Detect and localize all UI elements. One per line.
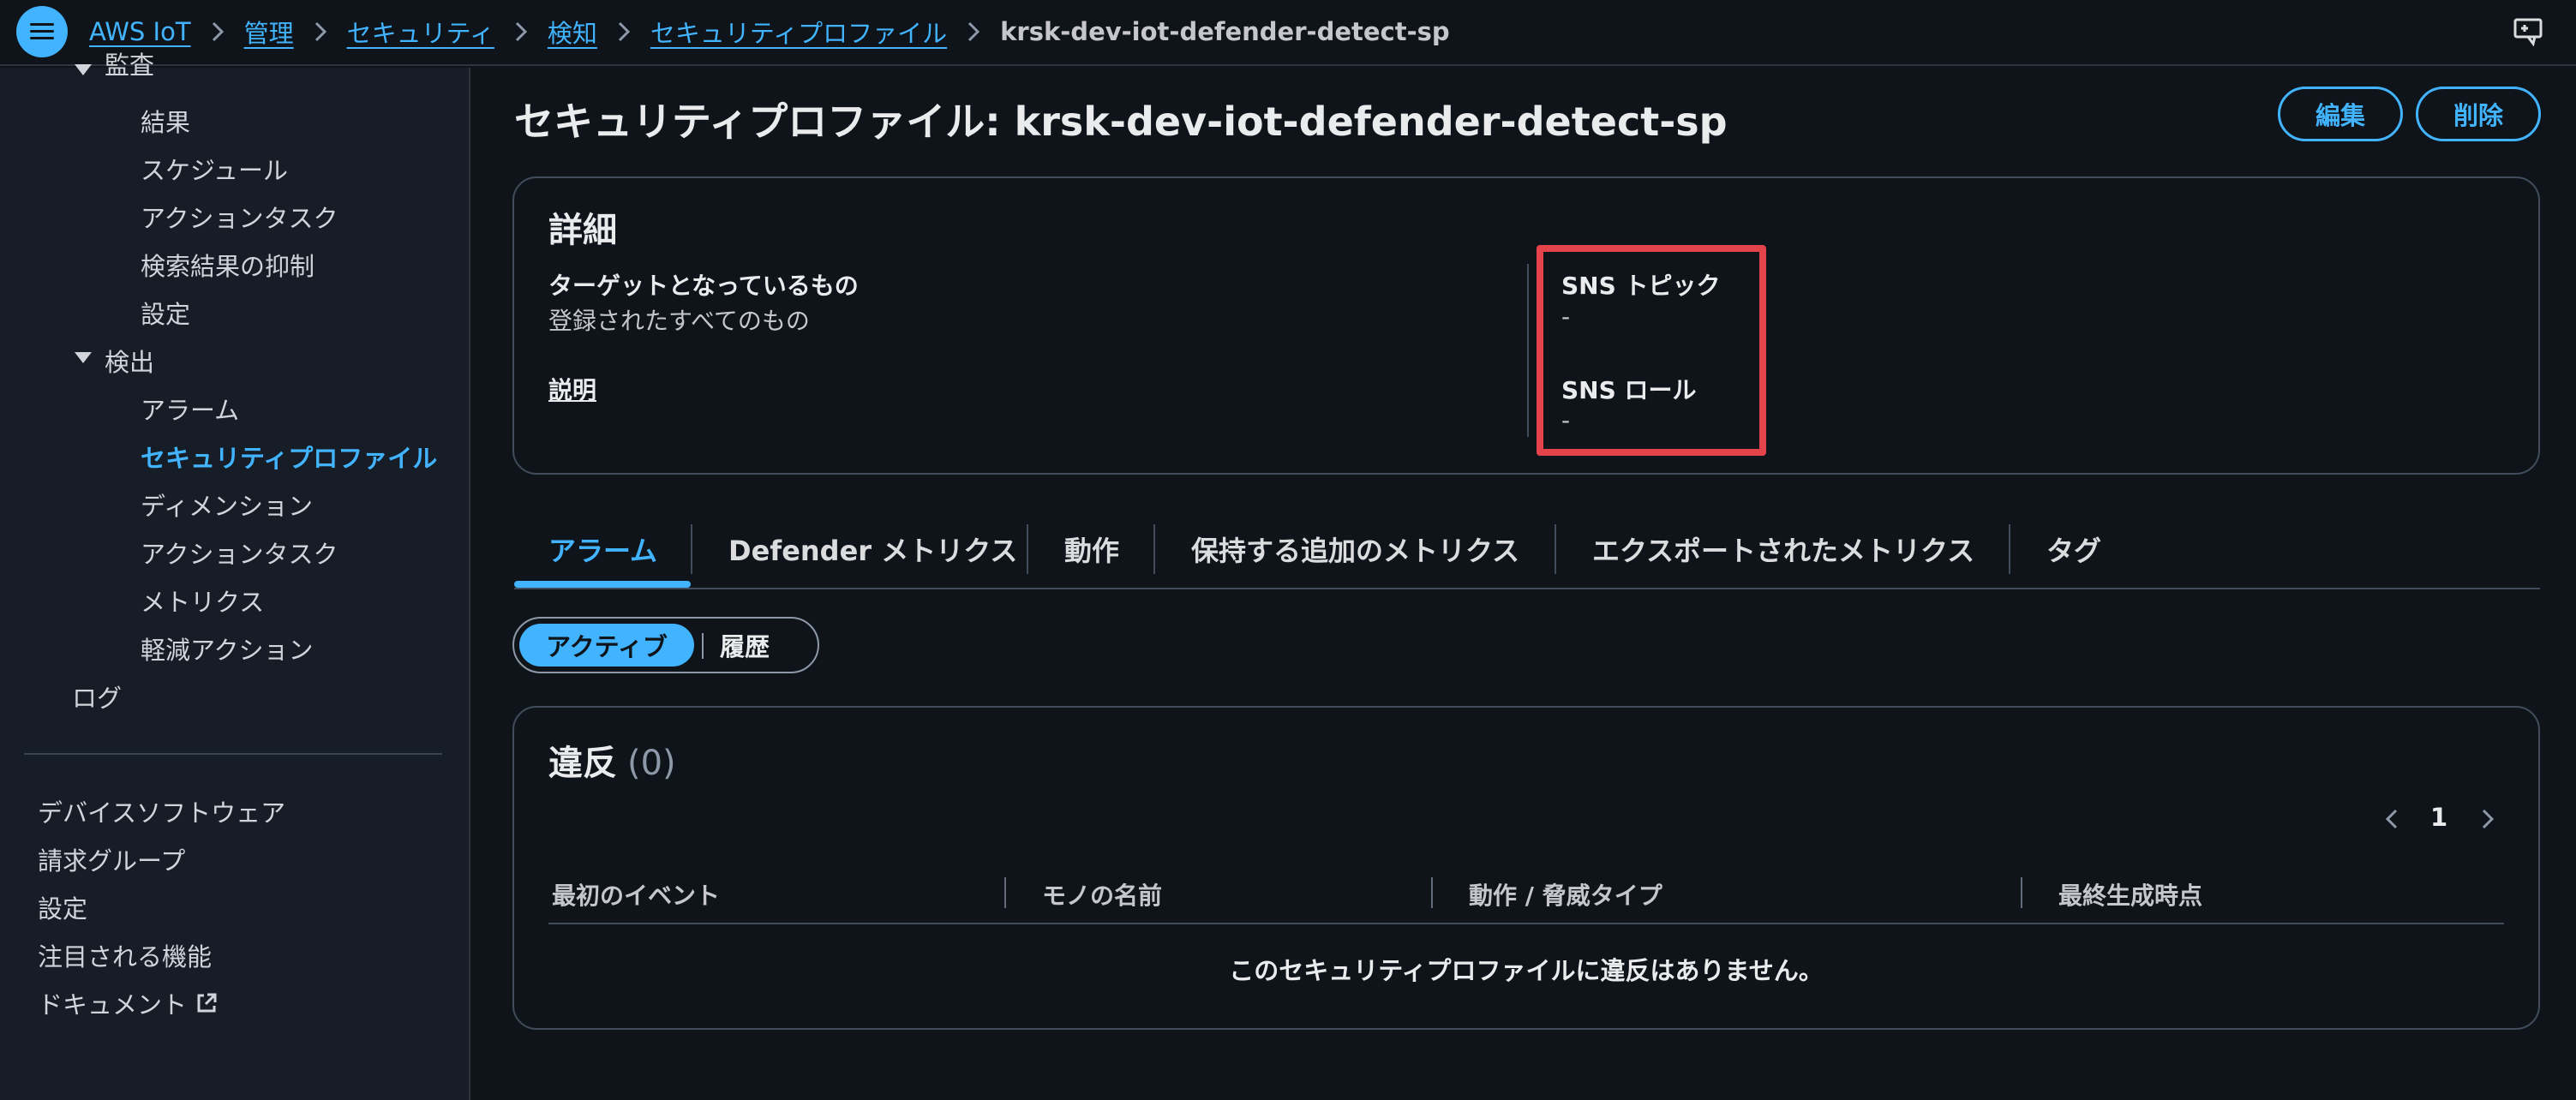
nav-detect-mitigation-actions[interactable]: 軽減アクション <box>141 631 314 667</box>
nav-detect-security-profiles[interactable]: セキュリティプロファイル <box>141 439 437 475</box>
active-tab-indicator <box>514 581 691 588</box>
current-page-number[interactable]: 1 <box>2430 803 2447 832</box>
chevron-right-icon <box>2482 809 2495 829</box>
external-link-icon <box>197 993 217 1013</box>
violations-heading: 違反 (0) <box>548 735 676 785</box>
breadcrumb-security-profiles[interactable]: セキュリティプロファイル <box>650 14 947 50</box>
tab-exported-metrics[interactable]: エクスポートされたメトリクス <box>1592 517 1974 581</box>
target-label: ターゲットとなっているもの <box>548 272 859 300</box>
nav-device-software[interactable]: デバイスソフトウェア <box>38 793 285 829</box>
nav-documentation-label: ドキュメント <box>38 990 188 1019</box>
alarm-state-toggle: アクティブ 履歴 <box>512 617 819 673</box>
side-navigation: 監査 結果 スケジュール アクションタスク 検索結果の抑制 設定 検出 アラーム… <box>0 51 470 1100</box>
column-resizer[interactable] <box>1431 877 1433 908</box>
breadcrumb: AWS IoT 管理 セキュリティ 検知 セキュリティプロファイル krsk-d… <box>89 0 1450 63</box>
tab-divider <box>1153 524 1155 574</box>
segment-history[interactable]: 履歴 <box>720 624 770 667</box>
tab-divider <box>1555 524 1556 574</box>
violations-count: (0) <box>627 744 676 783</box>
tab-additional-metrics[interactable]: 保持する追加のメトリクス <box>1191 517 1519 581</box>
page-title: セキュリティプロファイル: krsk-dev-iot-defender-dete… <box>514 99 1728 145</box>
next-page-button[interactable] <box>2475 802 2501 836</box>
breadcrumb-aws-iot[interactable]: AWS IoT <box>89 17 191 46</box>
delete-button[interactable]: 削除 <box>2416 87 2541 141</box>
table-header-divider <box>548 923 2504 924</box>
nav-audit-action-tasks[interactable]: アクションタスク <box>141 199 338 235</box>
tab-divider <box>2009 524 2010 574</box>
top-navigation-bar: AWS IoT 管理 セキュリティ 検知 セキュリティプロファイル krsk-d… <box>0 0 2576 66</box>
nav-audit-results[interactable]: 結果 <box>141 103 190 139</box>
nav-documentation[interactable]: ドキュメント <box>38 985 218 1021</box>
nav-audit[interactable]: 監査 <box>105 45 154 81</box>
nav-detect-dimensions[interactable]: ディメンション <box>141 487 313 523</box>
caret-down-icon <box>75 64 92 75</box>
nav-detect-metrics[interactable]: メトリクス <box>141 583 264 619</box>
previous-page-button[interactable] <box>2379 802 2405 836</box>
nav-audit-schedules[interactable]: スケジュール <box>141 151 288 187</box>
column-resizer[interactable] <box>1004 877 1006 908</box>
nav-detect-alarms[interactable]: アラーム <box>141 391 239 427</box>
segment-divider <box>702 633 704 659</box>
nav-detect-action-tasks[interactable]: アクションタスク <box>141 535 338 571</box>
edit-button[interactable]: 編集 <box>2278 87 2403 141</box>
breadcrumb-current: krsk-dev-iot-defender-detect-sp <box>1000 17 1450 46</box>
tab-divider <box>1027 524 1028 574</box>
chevron-right-icon <box>947 19 1000 45</box>
breadcrumb-manage[interactable]: 管理 <box>244 14 294 50</box>
target-value: 登録されたすべてのもの <box>548 307 810 335</box>
column-thing-name[interactable]: モノの名前 <box>1042 877 1162 912</box>
caret-down-icon <box>75 352 92 363</box>
tab-divider <box>691 524 692 574</box>
tab-behaviors[interactable]: 動作 <box>1064 517 1119 581</box>
chevron-right-icon <box>294 19 347 45</box>
tab-defender-metrics[interactable]: Defender メトリクス <box>728 517 1017 581</box>
column-first-event[interactable]: 最初のイベント <box>552 877 720 912</box>
details-heading: 詳細 <box>548 211 617 250</box>
chevron-right-icon <box>494 19 548 45</box>
tab-list: アラーム Defender メトリクス 動作 保持する追加のメトリクス エクスポ… <box>514 517 2540 589</box>
nav-detect[interactable]: 検出 <box>105 343 154 379</box>
empty-state-message: このセキュリティプロファイルに違反はありません。 <box>1229 956 1824 985</box>
column-resizer[interactable] <box>2021 877 2022 908</box>
feedback-icon[interactable] <box>2513 16 2543 47</box>
column-last-emitted[interactable]: 最終生成時点 <box>2058 877 2202 912</box>
chevron-right-icon <box>191 19 244 45</box>
highlight-annotation-box <box>1537 245 1766 456</box>
tab-alarms[interactable]: アラーム <box>548 517 657 581</box>
details-card <box>512 176 2540 475</box>
nav-audit-suppressions[interactable]: 検索結果の抑制 <box>141 247 315 283</box>
violations-title: 違反 <box>548 744 617 783</box>
nav-featured[interactable]: 注目される機能 <box>38 937 212 973</box>
chevron-left-icon <box>2385 809 2398 829</box>
breadcrumb-detect[interactable]: 検知 <box>548 14 597 50</box>
nav-billing-groups[interactable]: 請求グループ <box>38 841 185 877</box>
description-label: 説明 <box>548 376 597 404</box>
nav-settings[interactable]: 設定 <box>38 889 87 925</box>
column-divider <box>1527 264 1529 437</box>
menu-toggle-button[interactable] <box>16 6 68 57</box>
nav-logs[interactable]: ログ <box>72 679 122 714</box>
tab-tags[interactable]: タグ <box>2046 517 2101 581</box>
hamburger-icon <box>30 22 54 41</box>
chevron-right-icon <box>597 19 650 45</box>
column-behavior-threat-type[interactable]: 動作 / 脅威タイプ <box>1469 877 1662 912</box>
nav-divider <box>24 753 442 755</box>
breadcrumb-security[interactable]: セキュリティ <box>347 14 494 50</box>
nav-audit-settings[interactable]: 設定 <box>141 295 190 331</box>
segment-active[interactable]: アクティブ <box>519 624 694 667</box>
